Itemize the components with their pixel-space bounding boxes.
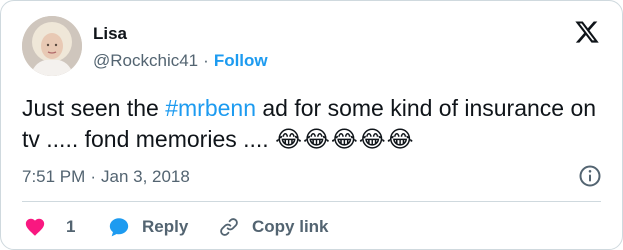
avatar[interactable] (22, 16, 82, 76)
action-bar: 1 Reply Copy link (22, 213, 612, 241)
hashtag-link[interactable]: #mrbenn (165, 95, 256, 121)
link-icon (220, 218, 238, 236)
separator: · (203, 51, 209, 70)
copy-link-label: Copy link (252, 217, 329, 236)
info-icon[interactable] (578, 164, 602, 188)
copy-link-button[interactable]: Copy link (218, 213, 329, 241)
divider (22, 201, 601, 202)
reply-bubble-icon (109, 218, 129, 237)
tweet-text-before: Just seen the (22, 95, 166, 121)
like-count: 1 (66, 217, 76, 236)
author-handle[interactable]: @Rockchic41 (93, 51, 198, 70)
timestamp-row[interactable]: 7:51 PM · Jan 3, 2018 (22, 167, 190, 187)
separator: · (90, 167, 96, 186)
tweet-time[interactable]: 7:51 PM (22, 167, 85, 186)
author-name[interactable]: Lisa (93, 24, 127, 44)
tweet-card: Lisa @Rockchic41 · Follow Just seen the #m… (0, 0, 623, 250)
tweet-date[interactable]: Jan 3, 2018 (101, 167, 190, 186)
emoji-group: 😂😂😂😂😂 (275, 126, 415, 152)
author-handle-row: @Rockchic41 · Follow (93, 51, 268, 71)
like-button[interactable]: 1 (24, 213, 75, 241)
heart-icon (25, 218, 45, 236)
tweet-text: Just seen the #mrbenn ad for some kind o… (22, 93, 612, 155)
reply-button[interactable]: Reply (108, 213, 188, 241)
follow-button[interactable]: Follow (214, 51, 268, 70)
reply-label: Reply (142, 217, 189, 236)
x-logo-icon[interactable] (574, 19, 600, 45)
